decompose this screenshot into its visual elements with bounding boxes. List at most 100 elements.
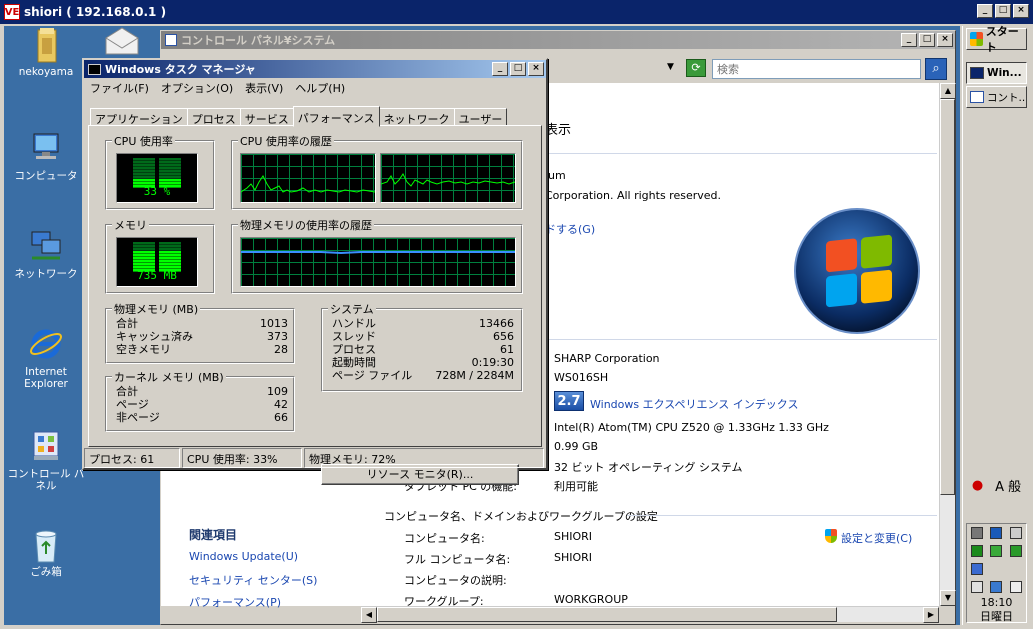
network-icon[interactable] xyxy=(990,581,1003,593)
desktop-icon-ie[interactable]: Internet Explorer xyxy=(6,326,86,390)
stat-row: 空きメモリ 28 xyxy=(116,343,288,356)
close-button[interactable]: × xyxy=(1013,4,1029,18)
folder-icon xyxy=(28,26,64,63)
cp-close-button[interactable]: × xyxy=(937,33,953,47)
cp-maximize-button[interactable]: □ xyxy=(919,33,935,47)
bluetooth-icon[interactable] xyxy=(990,527,1003,539)
desktop-icon-network[interactable]: ネットワーク xyxy=(6,228,86,280)
tm-minimize-button[interactable]: _ xyxy=(492,62,508,76)
cpu-history-line xyxy=(240,175,376,193)
search-input[interactable] xyxy=(712,59,921,79)
taskbar-item-task-manager[interactable]: Win... xyxy=(966,62,1027,84)
wei-link[interactable]: Windows エクスペリエンス インデックス xyxy=(590,396,798,412)
vertical-scrollbar[interactable]: ▲ ▼ xyxy=(939,83,956,606)
taskbar-item-control-panel[interactable]: コント... xyxy=(966,86,1027,108)
tab-services[interactable]: サービス xyxy=(239,108,294,126)
wei-score-badge[interactable]: 2.7 xyxy=(554,391,584,411)
volume-icon[interactable] xyxy=(1010,581,1023,593)
desktop-icon-label: コンピュータ xyxy=(14,170,78,182)
start-button[interactable]: スタート xyxy=(966,25,1027,54)
wifi-icon[interactable] xyxy=(1010,527,1023,539)
status-memory: 物理メモリ: 72% xyxy=(304,448,544,468)
maximize-button[interactable]: □ xyxy=(995,4,1011,18)
stat-value: 66 xyxy=(274,411,288,424)
tray-app-icon[interactable] xyxy=(970,563,983,575)
memory-group: メモリ 735 MB xyxy=(105,217,215,294)
meter-segment xyxy=(159,170,181,173)
memory-history-graph xyxy=(240,237,516,287)
meter-segment xyxy=(159,167,181,170)
upgrade-link[interactable]: ドする(G) xyxy=(545,221,595,237)
desktop-icon-recycle-bin[interactable]: ごみ箱 xyxy=(6,526,86,578)
physical-memory-group: 物理メモリ (MB) 合計 1013 キャッシュ済み 373 空きメモリ 28 xyxy=(105,301,295,364)
scroll-thumb[interactable] xyxy=(940,99,955,495)
meter-segment xyxy=(159,173,181,176)
manufacturer-value: SHARP Corporation xyxy=(554,352,660,365)
windows-update-link[interactable]: Windows Update(U) xyxy=(189,550,298,563)
power-icon[interactable] xyxy=(970,581,983,593)
vnc-logo-icon: VE xyxy=(4,4,20,20)
meter-segment xyxy=(133,164,155,167)
tray-app-icon[interactable] xyxy=(970,527,983,539)
stat-row: ハンドル 13466 xyxy=(332,317,514,330)
tab-performance[interactable]: パフォーマンス xyxy=(292,106,380,127)
control-panel-icon xyxy=(970,91,984,103)
performance-link[interactable]: パフォーマンス(P) xyxy=(189,594,281,610)
meter-segment xyxy=(159,248,181,251)
system-type-value: 32 ビット オペレーティング システム xyxy=(554,461,743,474)
meter-segment xyxy=(159,263,181,266)
recycle-bin-icon xyxy=(28,526,64,563)
memory-usage-value: 735 MB xyxy=(137,269,177,282)
tab-processes[interactable]: プロセス xyxy=(186,108,241,126)
meter-segment xyxy=(133,251,155,254)
scroll-up-button[interactable]: ▲ xyxy=(940,83,956,99)
search-icon[interactable]: ⌕ xyxy=(925,58,947,80)
tray-app-icon[interactable] xyxy=(970,545,983,557)
language-bar[interactable]: ● A 般 xyxy=(966,476,1027,495)
scroll-right-button[interactable]: ▶ xyxy=(923,607,939,623)
meter-segment xyxy=(133,257,155,260)
tm-close-button[interactable]: × xyxy=(528,62,544,76)
tab-users[interactable]: ユーザー xyxy=(453,108,508,126)
desktop-icon-nekoyama[interactable]: nekoyama xyxy=(6,26,86,78)
tab-networking[interactable]: ネットワーク xyxy=(378,108,455,126)
stat-label: 起動時間 xyxy=(332,356,376,369)
tm-maximize-button[interactable]: □ xyxy=(510,62,526,76)
meter-segment xyxy=(133,248,155,251)
meter-segment xyxy=(133,254,155,257)
memory-meter: 735 MB xyxy=(116,237,198,287)
tab-applications[interactable]: アプリケーション xyxy=(90,108,188,126)
clock[interactable]: 18:10 日曜日 xyxy=(967,596,1026,624)
scroll-thumb[interactable] xyxy=(377,607,837,622)
vnc-title-bar[interactable]: VE shiori ( 192.168.0.1 ) _ □ × xyxy=(0,0,1033,24)
uac-shield-icon xyxy=(825,529,837,543)
tray-app-icon[interactable] xyxy=(990,545,1003,557)
address-dropdown-icon[interactable]: ▼ xyxy=(667,62,674,72)
meter-segment xyxy=(133,242,155,245)
control-panel-title-bar[interactable]: コントロール パネル¥システム _ □ × xyxy=(161,31,955,49)
taskbar-item-label: コント... xyxy=(987,91,1027,104)
status-processes: プロセス: 61 xyxy=(84,448,180,468)
stat-value: 42 xyxy=(274,398,288,411)
stat-row: ページ 42 xyxy=(116,398,288,411)
menu-view[interactable]: 表示(V) xyxy=(245,80,283,96)
computer-icon xyxy=(28,130,64,166)
refresh-button[interactable]: ⟳ xyxy=(686,59,706,77)
status-bar: プロセス: 61 CPU 使用率: 33% 物理メモリ: 72% xyxy=(84,448,546,468)
horizontal-scrollbar[interactable]: ◀ ▶ xyxy=(361,606,939,623)
kernel-memory-group: カーネル メモリ (MB) 合計 109 ページ 42 非ページ 66 xyxy=(105,369,295,432)
change-settings-link[interactable]: 設定と変更(C) xyxy=(841,530,912,546)
check-icon[interactable] xyxy=(1010,545,1023,557)
menu-file[interactable]: ファイル(F) xyxy=(90,80,149,96)
minimize-button[interactable]: _ xyxy=(977,4,993,18)
desktop-icon-computer[interactable]: コンピュータ xyxy=(6,130,86,182)
security-center-link[interactable]: セキュリティ センター(S) xyxy=(189,572,317,588)
desktop-icon-control-panel[interactable]: コントロール パネル xyxy=(6,428,86,492)
menu-options[interactable]: オプション(O) xyxy=(161,80,233,96)
scroll-down-button[interactable]: ▼ xyxy=(940,590,956,606)
task-manager-window[interactable]: Windows タスク マネージャ _ □ × ファイル(F) オプション(O)… xyxy=(82,58,548,485)
cp-minimize-button[interactable]: _ xyxy=(901,33,917,47)
scroll-left-button[interactable]: ◀ xyxy=(361,607,377,623)
menu-help[interactable]: ヘルプ(H) xyxy=(295,80,345,96)
task-manager-title-bar[interactable]: Windows タスク マネージャ _ □ × xyxy=(84,60,546,78)
